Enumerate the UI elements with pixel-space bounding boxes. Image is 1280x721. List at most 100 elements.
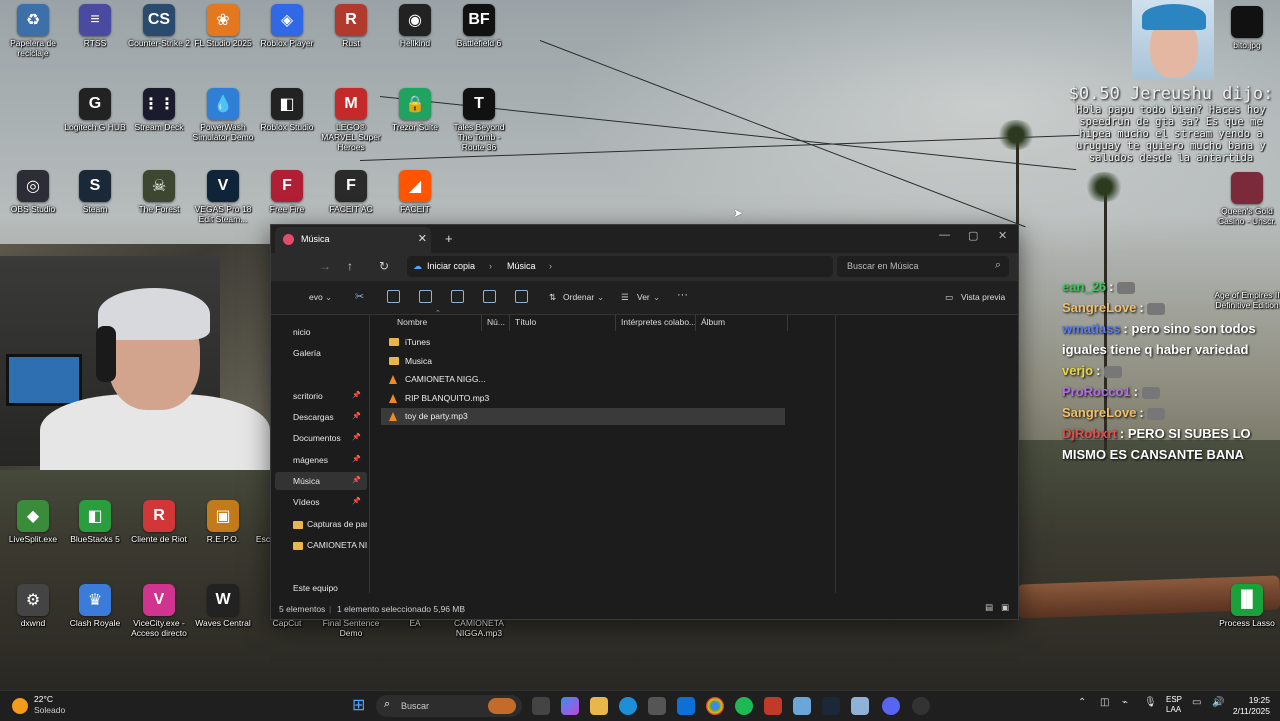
- weather-icon[interactable]: [12, 698, 28, 714]
- desktop-icon[interactable]: 💧 PowerWash Simulator Demo: [190, 84, 256, 142]
- rename-icon[interactable]: [451, 290, 464, 303]
- desktop-icon[interactable]: CS Counter-Strike 2: [126, 0, 192, 48]
- weather-temp[interactable]: 22°C: [34, 694, 53, 704]
- store-icon[interactable]: [648, 697, 666, 715]
- language-indicator[interactable]: ESP: [1166, 695, 1182, 704]
- sidebar-item[interactable]: mágenes 📌: [293, 451, 367, 469]
- chat-username[interactable]: SangreLove: [1062, 300, 1136, 315]
- desktop-icon[interactable]: ◆ LiveSplit.exe: [0, 496, 66, 544]
- tab-musica[interactable]: Música ✕: [275, 227, 431, 253]
- desktop-icon[interactable]: ▐▌ Process Lasso: [1214, 580, 1280, 628]
- spotify-icon[interactable]: [735, 697, 753, 715]
- column-separator[interactable]: [509, 315, 510, 331]
- maximize-icon[interactable]: ▢: [968, 229, 978, 242]
- chrome-icon[interactable]: [706, 697, 724, 715]
- show-hidden-icons[interactable]: ⌃: [1078, 697, 1086, 708]
- desktop-icon[interactable]: V VEGAS Pro 18 Edit Steam...: [190, 166, 256, 224]
- chat-username[interactable]: DjRobxrt: [1062, 426, 1117, 441]
- column-album[interactable]: Álbum: [701, 317, 725, 327]
- desktop-icon[interactable]: ♛ Clash Royale: [62, 580, 128, 628]
- tiles-view-icon[interactable]: ▣: [1001, 602, 1009, 613]
- clock-date[interactable]: 2/11/2025: [1222, 706, 1270, 716]
- view-button[interactable]: Ver: [637, 292, 650, 302]
- taskbar-search[interactable]: ⌕ Buscar: [376, 695, 522, 717]
- notepad-icon[interactable]: [851, 697, 869, 715]
- chat-username[interactable]: ProRocco1: [1062, 384, 1131, 399]
- microphone-icon[interactable]: 🎙: [1144, 697, 1157, 708]
- desktop-icon[interactable]: ☠ The Forest: [126, 166, 192, 214]
- column-separator[interactable]: [787, 315, 788, 331]
- desktop-icon[interactable]: V ViceCity.exe - Acceso directo: [126, 580, 192, 638]
- desktop-icon[interactable]: bito.jpg: [1214, 2, 1280, 50]
- app-icon[interactable]: [793, 697, 811, 715]
- desktop-icon[interactable]: ⋮⋮ Stream Deck: [126, 84, 192, 132]
- chevron-down-icon[interactable]: ⌄: [325, 292, 332, 303]
- desktop-icon[interactable]: ◧ BlueStacks 5: [62, 496, 128, 544]
- outlook-icon[interactable]: [677, 697, 695, 715]
- close-tab-icon[interactable]: ✕: [418, 232, 427, 245]
- column-title[interactable]: Título: [515, 317, 536, 327]
- close-window-icon[interactable]: ✕: [998, 229, 1007, 242]
- details-view-icon[interactable]: ▤: [985, 602, 993, 613]
- chat-username[interactable]: wmatiass: [1062, 321, 1121, 336]
- desktop-icon[interactable]: ♻ Papelera de reciclaje: [0, 0, 66, 58]
- task-view-icon[interactable]: [532, 697, 550, 715]
- file-explorer-window[interactable]: Música ✕ + — ▢ ✕ → ↑ ↻ ☁ Iniciar copia ›…: [270, 224, 1019, 620]
- sidebar-item[interactable]: Vídeos 📌: [293, 493, 367, 511]
- chevron-right-icon[interactable]: ›: [549, 261, 552, 271]
- column-number[interactable]: Nú...: [487, 317, 505, 327]
- sidebar-item[interactable]: Capturas de pan: [293, 515, 367, 533]
- chat-username[interactable]: SangreLove: [1062, 405, 1136, 420]
- weather-desc[interactable]: Soleado: [34, 705, 65, 715]
- new-tab-button[interactable]: +: [445, 231, 453, 246]
- column-separator[interactable]: [481, 315, 482, 331]
- sidebar-item[interactable]: Este equipo: [293, 579, 367, 597]
- sidebar-item[interactable]: Galería: [293, 344, 367, 362]
- sidebar-item[interactable]: nicio: [293, 323, 367, 341]
- copy-icon[interactable]: [387, 290, 400, 303]
- desktop-icon[interactable]: ◎ OBS Studio: [0, 166, 66, 214]
- language-sub[interactable]: LAA: [1166, 705, 1181, 714]
- title-bar[interactable]: Música ✕ + — ▢ ✕: [271, 225, 1018, 253]
- desktop-icon[interactable]: ◧ Roblox Studio: [254, 84, 320, 132]
- column-separator[interactable]: [615, 315, 616, 331]
- file-row[interactable]: Musica: [381, 353, 785, 370]
- desktop-icon[interactable]: BF Battlefield 6: [446, 0, 512, 48]
- obs-icon[interactable]: [912, 697, 930, 715]
- search-box[interactable]: Buscar en Música ⌕: [837, 256, 1009, 277]
- desktop-icon[interactable]: M LEGO® MARVEL Super Heroes: [318, 84, 384, 152]
- desktop-icon[interactable]: 🔒 Trezor Suite: [382, 84, 448, 132]
- more-options-icon[interactable]: ···: [677, 289, 688, 301]
- desktop-icon[interactable]: ❀ FL Studio 2025: [190, 0, 256, 48]
- file-row[interactable]: toy de party.mp3: [381, 408, 785, 426]
- start-windows-icon[interactable]: ⊞: [352, 698, 365, 714]
- discord-icon[interactable]: [882, 697, 900, 715]
- preview-pane-button[interactable]: Vista previa: [961, 292, 1005, 302]
- file-row[interactable]: CAMIONETA NIGG...: [381, 371, 785, 388]
- sidebar-item[interactable]: scritorio 📌: [293, 387, 367, 405]
- voicemeeter-icon[interactable]: [764, 697, 782, 715]
- desktop-icon[interactable]: ≡ RTSS: [62, 0, 128, 48]
- sidebar-item[interactable]: Documentos 📌: [293, 429, 367, 447]
- minimize-icon[interactable]: —: [939, 229, 950, 241]
- sidebar-item[interactable]: Música 📌: [275, 472, 367, 490]
- desktop-icon[interactable]: F FACEIT AC: [318, 166, 384, 214]
- desktop-icon[interactable]: Queen's Gold Casino - Unscr.: [1214, 168, 1280, 226]
- copilot-icon[interactable]: [561, 697, 579, 715]
- clock-time[interactable]: 19:25: [1230, 695, 1270, 705]
- desktop-icon[interactable]: W Waves Central: [190, 580, 256, 628]
- file-explorer-icon[interactable]: [590, 697, 608, 715]
- desktop-icon[interactable]: R Rust: [318, 0, 384, 48]
- network-icon[interactable]: ⌁: [1122, 697, 1128, 708]
- forward-icon[interactable]: →: [319, 259, 331, 273]
- delete-icon[interactable]: [515, 290, 528, 303]
- desktop-icon[interactable]: T Tales Beyond The Tomb - Route 36: [446, 84, 512, 152]
- chevron-down-icon[interactable]: ⌄: [597, 292, 604, 303]
- desktop-icon[interactable]: ⚙ dxwnd: [0, 580, 66, 628]
- column-separator[interactable]: [695, 315, 696, 331]
- desktop-icon[interactable]: ◢ FACEIT: [382, 166, 448, 214]
- column-artists[interactable]: Intérpretes colabo...: [621, 317, 696, 327]
- breadcrumb-musica[interactable]: Música: [507, 261, 536, 271]
- paste-icon[interactable]: [419, 290, 432, 303]
- steam-icon[interactable]: [822, 697, 840, 715]
